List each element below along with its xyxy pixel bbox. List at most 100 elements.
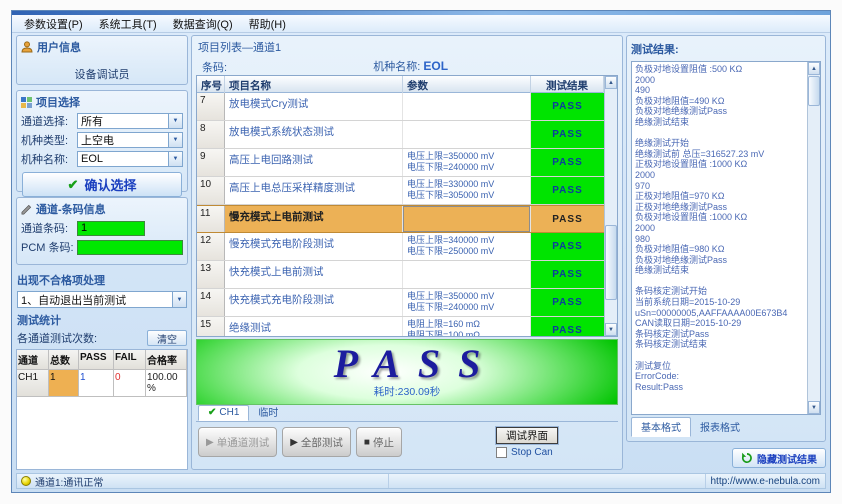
table-row[interactable]: 10高压上电总压采样精度测试电压上限=330000 mV电压下限=305000 … [197,177,604,205]
table-row[interactable]: 9高压上电回路测试电压上限=350000 mV电压下限=240000 mVPAS… [197,149,604,177]
table-row[interactable]: 11慢充模式上电前测试PASS [197,205,604,233]
play-icon: ▶ [206,437,214,448]
pencil-icon [21,204,32,215]
refresh-icon [741,452,753,464]
stop-button[interactable]: ■ 停止 [356,427,402,457]
channel-barcode-input[interactable]: 1 [77,221,145,236]
column-header[interactable]: 参数 [403,76,531,93]
table-scroll-track[interactable] [605,89,617,323]
result-badge: PASS [552,297,583,308]
right-column: 测试结果: 负极对地设置阻值 :500 KΩ 2000 490 负极对地阻值=4… [626,35,826,470]
item-name-cell: 高压上电总压采样精度测试 [225,177,403,204]
scroll-up-icon[interactable]: ▲ [605,76,617,89]
status-url: http://www.e-nebula.com [705,474,826,488]
row-number-cell: 10 [197,177,225,204]
log-scrollbar[interactable]: ▲ ▼ [807,62,820,414]
user-icon [21,41,33,53]
param-line: 电阻上限=160 mΩ [407,319,530,330]
stop-can-checkbox[interactable] [496,447,507,458]
fail-handle-title: 出现不合格项处理 [17,272,187,288]
stats-count-label: 各通道测试次数: [17,330,97,346]
stats-cell[interactable]: 0 [114,370,146,397]
table-row[interactable]: 7放电模式Cry测试PASS [197,93,604,121]
menu-item[interactable]: 帮助(H) [241,15,294,33]
barcode-group: 通道-条码信息 通道条码: 1 PCM 条码: [16,197,188,265]
params-cell [403,261,531,288]
project-select-header: 项目选择 [21,94,183,110]
chevron-down-icon[interactable]: ▼ [168,114,182,128]
format-tab[interactable]: 报表格式 [691,417,749,437]
stats-cell[interactable]: 1 [79,370,114,397]
barcode-label: 条码: [202,59,227,75]
chevron-down-icon[interactable]: ▼ [168,133,182,147]
user-info-title: 用户信息 [37,39,81,55]
test-result-log[interactable]: 负极对地设置阻值 :500 KΩ 2000 490 负极对地阻值=490 KΩ … [632,62,807,414]
table-row[interactable]: 13快充模式上电前测试PASS [197,261,604,289]
pcm-barcode-input[interactable] [77,240,183,255]
content-area: 用户信息 设备调试员 项目选择 通道选择: 所有 ▼ 机种类型: [16,35,826,470]
stats-cell[interactable]: CH1 [17,370,49,397]
result-format-tabs: 基本格式报表格式 [631,417,821,437]
clear-button[interactable]: 清空 [147,330,187,346]
action-button-row: ▶ 单通道测试 ▶ 全部测试 ■ 停止 调试界面 Stop Can [196,422,618,466]
channel-select-value: 所有 [81,113,103,129]
stats-cell[interactable]: 100.00 % [146,370,187,397]
debug-ui-button[interactable]: 调试界面 [496,427,558,444]
result-badge: PASS [552,129,583,140]
all-test-button[interactable]: ▶ 全部测试 [282,427,351,457]
user-role-label: 设备调试员 [21,58,183,88]
scroll-up-icon[interactable]: ▲ [808,62,820,75]
stop-icon: ■ [364,437,370,448]
single-channel-test-button[interactable]: ▶ 单通道测试 [198,427,277,457]
log-scroll-track[interactable] [808,75,820,401]
row-number-cell: 9 [197,149,225,176]
table-row[interactable]: 12慢充模式充电阶段测试电压上限=340000 mV电压下限=250000 mV… [197,233,604,261]
row-number-cell: 13 [197,261,225,288]
pcm-barcode-label: PCM 条码: [21,239,77,255]
left-sidebar: 用户信息 设备调试员 项目选择 通道选择: 所有 ▼ 机种类型: [16,35,188,470]
table-scroll-thumb[interactable] [605,225,617,300]
model-name-display-value: EOL [423,59,448,73]
params-cell: 电压上限=350000 mV电压下限=240000 mV [403,289,531,316]
model-name-dropdown[interactable]: EOL ▼ [77,151,183,167]
main-info-row: 条码: 机种名称: EOL [196,57,618,74]
menu-item[interactable]: 数据查询(Q) [165,15,241,33]
column-header[interactable]: 测试结果 [531,76,604,93]
column-header[interactable]: 序号 [197,76,225,93]
row-number-cell: 14 [197,289,225,316]
chevron-down-icon[interactable]: ▼ [168,152,182,166]
log-scroll-thumb[interactable] [808,76,820,106]
scroll-down-icon[interactable]: ▼ [808,401,820,414]
column-header[interactable]: 项目名称 [225,76,403,93]
table-scrollbar[interactable]: ▲ ▼ [604,76,617,336]
app-window: 参数设置(P)系统工具(T)数据查询(Q)帮助(H) 用户信息 设备调试员 项目… [11,10,831,493]
scroll-down-icon[interactable]: ▼ [605,323,617,336]
channel-tab-ch1[interactable]: ✔CH1 [198,405,249,421]
chevron-down-icon[interactable]: ▼ [172,292,186,307]
menu-item[interactable]: 参数设置(P) [16,15,91,33]
model-type-dropdown[interactable]: 上空电 ▼ [77,132,183,148]
result-badge: PASS [552,214,583,225]
table-row[interactable]: 14快充模式充电阶段测试电压上限=350000 mV电压下限=240000 mV… [197,289,604,317]
channel-select-dropdown[interactable]: 所有 ▼ [77,113,183,129]
confirm-selection-label: 确认选择 [84,175,136,194]
menu-bar: 参数设置(P)系统工具(T)数据查询(Q)帮助(H) [12,15,830,33]
confirm-selection-button[interactable]: ✔ 确认选择 [22,172,182,197]
fail-handle-dropdown[interactable]: 1、自动退出当前测试 ▼ [17,291,187,308]
table-row[interactable]: 8放电模式系统状态测试PASS [197,121,604,149]
params-cell: 电阻上限=160 mΩ电阻下限=100 mΩ [403,317,531,336]
hide-test-result-label: 隐藏测试结果 [757,451,817,466]
channel-tab-临时[interactable]: 临时 [249,403,287,421]
hide-test-result-button[interactable]: 隐藏测试结果 [732,448,826,468]
project-grid-icon [21,97,32,108]
format-tab[interactable]: 基本格式 [631,417,691,437]
result-badge: PASS [552,325,583,336]
result-cell: PASS [531,177,604,204]
menu-item[interactable]: 系统工具(T) [91,15,165,33]
test-item-table: 序号项目名称参数测试结果 7放电模式Cry测试PASS8放电模式系统状态测试PA… [196,75,618,337]
stats-cell[interactable]: 1 [49,370,79,397]
test-result-title: 测试结果: [631,41,821,57]
table-row[interactable]: 15绝缘测试电阻上限=160 mΩ电阻下限=100 mΩPASS [197,317,604,336]
hide-result-row: 隐藏测试结果 [626,442,826,470]
status-bar: 通道1:通讯正常 http://www.e-nebula.com [16,473,826,489]
